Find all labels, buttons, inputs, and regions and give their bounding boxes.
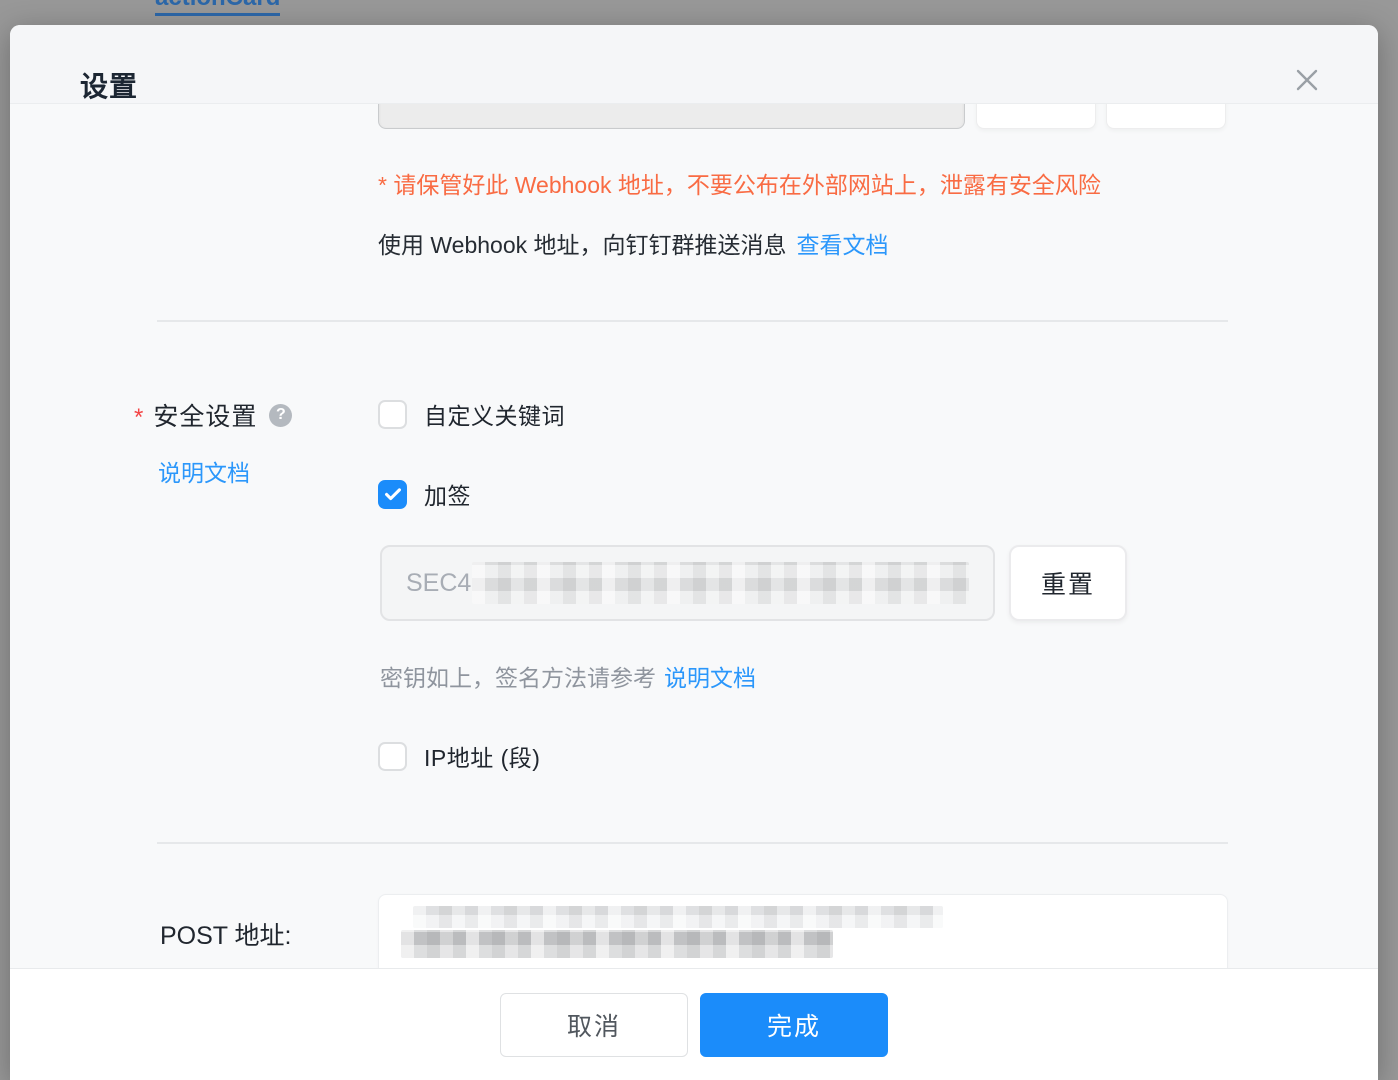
section-divider [157,320,1228,322]
modal-body: * 请保管好此 Webhook 地址，不要公布在外部网站上，泄露有安全风险 使用… [10,104,1378,968]
view-docs-link[interactable]: 查看文档 [797,232,889,258]
secret-hint-row: 密钥如上，签名方法请参考说明文档 [380,659,756,693]
checkbox-icon [378,480,407,509]
redacted-secret-value [472,562,969,604]
checkbox-sign[interactable]: 加签 [378,477,471,511]
secret-key-prefix: SEC4 [406,569,471,598]
checkbox-label: 加签 [424,477,471,511]
reset-button[interactable]: 重置 [1009,545,1127,621]
checkbox-ip-address[interactable]: IP地址 (段) [378,739,540,773]
webhook-url-input[interactable] [378,104,965,129]
webhook-usage-text: 使用 Webhook 地址，向钉钉群推送消息 [378,232,787,258]
modal-header: 设置 [10,25,1378,104]
security-settings-label: 安全设置 [153,397,257,433]
webhook-action-button-1[interactable] [976,104,1096,129]
checkbox-label: 自定义关键词 [424,397,565,431]
webhook-action-button-2[interactable] [1106,104,1226,129]
checkbox-label: IP地址 (段) [424,739,540,773]
webhook-warning-text: * 请保管好此 Webhook 地址，不要公布在外部网站上，泄露有安全风险 [378,166,1101,200]
checkbox-icon [378,400,407,429]
checkbox-icon [378,742,407,771]
page-title: 设置 [80,65,138,105]
secret-hint-text: 密钥如上，签名方法请参考 [380,665,656,691]
cancel-button[interactable]: 取消 [500,993,688,1057]
close-icon[interactable] [1292,65,1322,95]
secret-key-input[interactable]: SEC4 [380,545,995,621]
section-divider [157,842,1228,844]
required-asterisk: * [134,404,143,432]
settings-modal: 设置 * 请保管好此 Webhook 地址，不要公布在外部网站上，泄露有安全风险… [10,25,1378,1080]
redacted-post-value-line1 [413,906,943,928]
checkbox-custom-keywords[interactable]: 自定义关键词 [378,397,565,431]
security-docs-link[interactable]: 说明文档 [158,454,250,488]
help-question-icon[interactable]: ? [269,404,292,427]
webhook-usage-row: 使用 Webhook 地址，向钉钉群推送消息查看文档 [378,226,889,260]
confirm-button[interactable]: 完成 [700,993,888,1057]
security-settings-label-row: * 安全设置 ? [134,397,292,433]
post-address-label: POST 地址: [160,916,292,952]
background-action-card-text: actionCard [155,0,280,16]
redacted-post-value-line2 [401,930,833,958]
modal-footer: 取消 完成 [10,968,1378,1080]
signing-docs-link[interactable]: 说明文档 [664,665,756,691]
dimmed-backdrop: { "background": { "partial_text": "actio… [0,0,1398,1080]
post-address-input[interactable] [378,894,1228,968]
